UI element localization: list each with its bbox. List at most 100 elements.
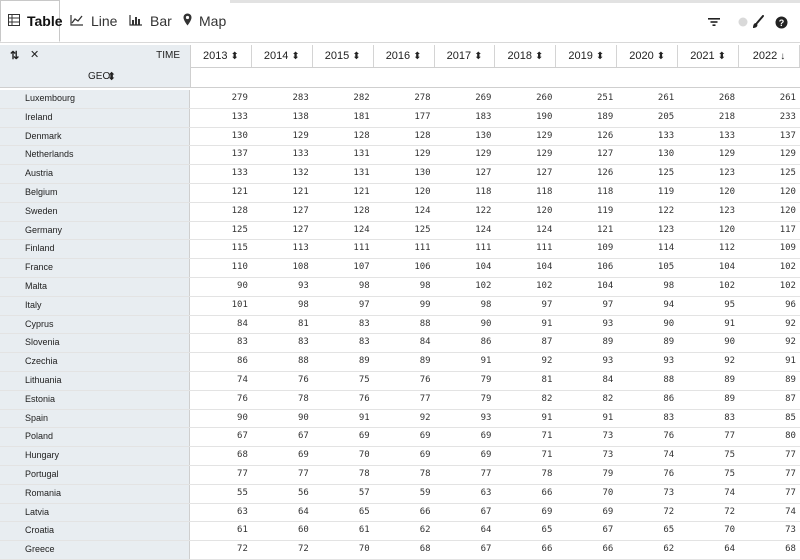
table-cell: 81 [541, 374, 553, 385]
help-icon[interactable]: ? [773, 14, 789, 30]
sort-icon[interactable]: ⬍ [352, 51, 360, 62]
table-cell: 90 [297, 412, 309, 423]
table-cell: 128 [231, 205, 248, 216]
table-cell: 89 [785, 374, 796, 385]
table-cell: 93 [297, 280, 309, 291]
year-label: 2021 [690, 50, 715, 62]
table-cell: 123 [657, 224, 675, 235]
year-label: 2017 [446, 50, 472, 62]
sort-desc-icon[interactable]: ↓ [780, 51, 785, 62]
table-cell: 70 [602, 487, 614, 498]
table-cell: 62 [419, 525, 431, 536]
sort-icon[interactable]: ⬍ [230, 51, 238, 62]
year-header-2022[interactable]: 2022 ↓ [739, 45, 800, 67]
table-cell: 93 [663, 356, 675, 367]
view-toolbar: Table Line Bar Map ? [0, 0, 800, 43]
table-cell: 105 [657, 262, 675, 273]
geo-name: Slovenia [0, 334, 190, 353]
table-cell: 83 [297, 337, 309, 348]
table-cell: 61 [358, 525, 370, 536]
table-cell: 129 [292, 130, 309, 141]
table-cell: 283 [292, 93, 309, 103]
table-cell: 126 [597, 130, 614, 141]
swap-axes-icon[interactable]: ⇅ [10, 49, 19, 62]
table-cell: 130 [231, 130, 248, 141]
tab-table[interactable]: Table [0, 0, 63, 42]
table-cell: 79 [602, 468, 614, 479]
table-row: Portugal 77 77 78 78 77 78 79 76 75 77 [0, 465, 800, 485]
filter-icon[interactable] [706, 14, 722, 30]
table-cell: 124 [353, 224, 370, 235]
sort-icon[interactable]: ⬍ [474, 51, 482, 62]
table-cell: 111 [475, 243, 492, 254]
geo-name: Romania [0, 484, 190, 503]
table-cell: 67 [480, 544, 492, 555]
table-cell: 128 [353, 130, 370, 141]
table-row: Malta 90 93 98 98 102 102 104 98 102 102 [0, 277, 800, 297]
table-cell: 83 [358, 318, 370, 329]
table-cell: 205 [657, 111, 675, 122]
geo-name: Cyprus [0, 315, 190, 334]
year-header-2018[interactable]: 2018 ⬍ [496, 45, 557, 67]
table-cell: 113 [292, 243, 309, 254]
geo-name: Finland [0, 240, 190, 259]
table-cell: 104 [597, 280, 614, 291]
tab-map[interactable]: Map [183, 0, 226, 42]
table-cell: 77 [419, 393, 431, 404]
table-cell: 109 [597, 243, 614, 254]
line-chart-icon [70, 13, 84, 29]
year-header-2015[interactable]: 2015 ⬍ [313, 45, 374, 67]
table-cell: 69 [541, 506, 553, 517]
time-label: TIME [156, 50, 180, 61]
year-header-2021[interactable]: 2021 ⬍ [678, 45, 740, 67]
year-header-2017[interactable]: 2017 ⬍ [435, 45, 496, 67]
year-header-2020[interactable]: 2020 ⬍ [617, 45, 679, 67]
year-header-2013[interactable]: 2013 ⬍ [191, 45, 252, 67]
table-cell: 132 [292, 168, 309, 179]
table-cell: 233 [779, 111, 796, 122]
table-row: Lithuania 74 76 75 76 79 81 84 88 89 89 [0, 371, 800, 391]
table-cell: 74 [237, 374, 248, 385]
table-row: Czechia 86 88 89 89 91 92 93 93 92 91 [0, 353, 800, 372]
year-label: 2020 [629, 50, 654, 62]
geo-name: Czechia [0, 353, 190, 371]
sort-icon[interactable]: ⬍ [291, 51, 299, 62]
table-row: Ireland 133 138 181 177 183 190 189 205 218 233 [0, 108, 800, 128]
year-header-2016[interactable]: 2016 ⬍ [374, 45, 435, 67]
sort-icon[interactable]: ⬍ [535, 51, 543, 62]
brush-icon[interactable] [750, 14, 766, 30]
table-cell: 76 [419, 374, 431, 385]
toolbar-top-rule [230, 0, 800, 3]
table-cell: 74 [724, 487, 736, 498]
sort-icon[interactable]: ⬍ [413, 51, 421, 62]
table-cell: 99 [419, 299, 431, 310]
year-header-2014[interactable]: 2014 ⬍ [252, 45, 313, 67]
toggle-dot-icon[interactable] [737, 14, 749, 30]
table-cell: 55 [237, 487, 248, 498]
sort-icon[interactable]: ⬍ [718, 51, 726, 62]
table-cell: 70 [358, 544, 370, 555]
table-cell: 59 [419, 487, 431, 498]
tab-line[interactable]: Line [70, 0, 117, 42]
geo-sort-icon[interactable]: ⬍ [107, 70, 116, 83]
table-cell: 125 [779, 168, 796, 179]
table-row: Denmark 130 129 128 128 130 129 126 133 133 137 [0, 127, 800, 147]
table-cell: 126 [597, 168, 614, 179]
geo-name: Greece [0, 541, 190, 559]
table-cell: 86 [480, 337, 492, 348]
expand-icon[interactable]: ✕ [30, 48, 39, 61]
table-cell: 268 [718, 93, 736, 103]
table-cell: 133 [657, 130, 675, 141]
year-header-2019[interactable]: 2019 ⬍ [556, 45, 618, 67]
table-row: Latvia 63 64 65 66 67 69 69 72 72 74 [0, 503, 800, 523]
sort-icon[interactable]: ⬍ [596, 51, 604, 62]
tab-bar[interactable]: Bar [129, 0, 172, 42]
table-cell: 72 [663, 506, 675, 517]
table-cell: 84 [419, 337, 431, 348]
table-cell: 123 [718, 205, 736, 216]
table-cell: 88 [419, 318, 431, 329]
geo-header-cell[interactable]: GEO ⬍ [0, 67, 191, 88]
table-cell: 64 [724, 544, 736, 555]
sort-icon[interactable]: ⬍ [657, 51, 665, 62]
table-cell: 83 [724, 412, 736, 423]
